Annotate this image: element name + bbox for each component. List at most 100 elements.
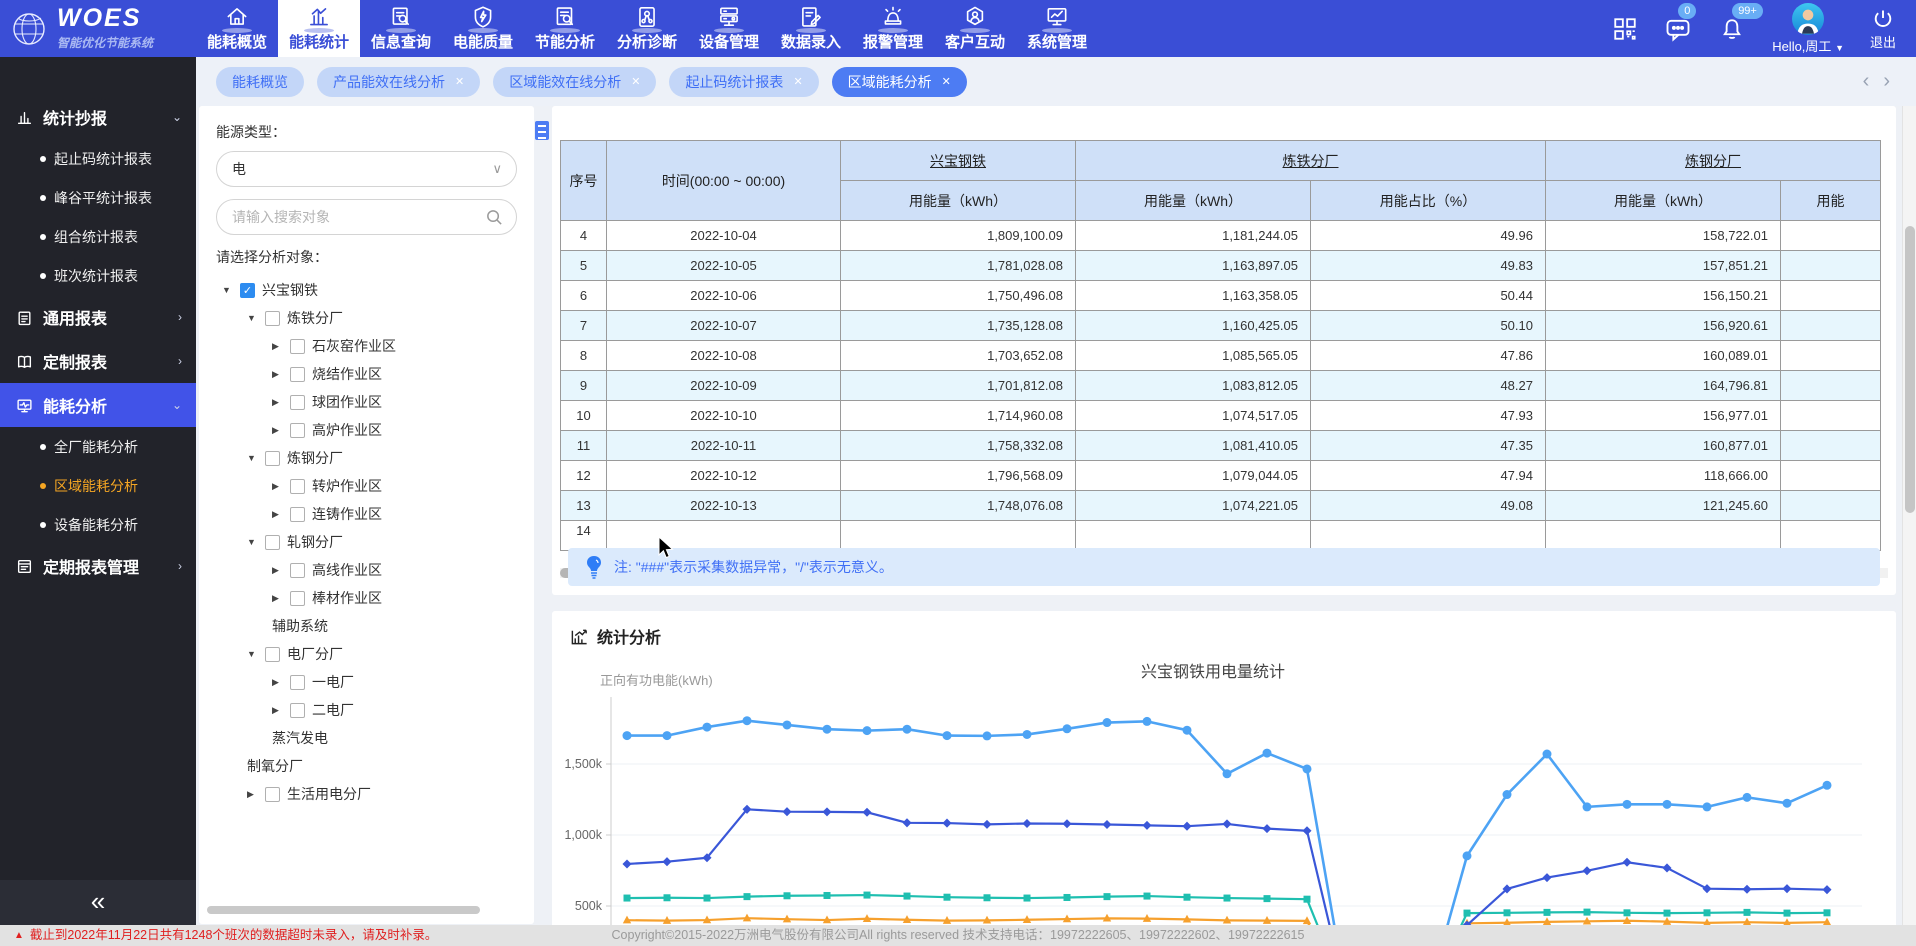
tab-1[interactable]: 产品能效在线分析✕ [317,67,480,97]
nav-item-10[interactable]: 系统管理 [1016,0,1098,57]
tree-node-17[interactable]: 制氧分厂 [216,752,517,780]
checkbox[interactable] [265,647,280,662]
messages-icon[interactable]: 0 [1664,15,1692,43]
col-header-2[interactable]: 兴宝钢铁 [841,141,1076,181]
logout-button[interactable]: 退出 [1870,7,1896,51]
tree-node-12[interactable]: 辅助系统 [216,612,517,640]
notifications-bell-icon[interactable]: 99+ [1718,15,1746,43]
caret-right-icon[interactable]: ▶ [272,397,283,408]
tree-node-6[interactable]: ▼炼钢分厂 [216,444,517,472]
caret-down-icon[interactable]: ▼ [247,649,258,659]
checkbox[interactable] [290,479,305,494]
caret-down-icon[interactable]: ▼ [222,285,233,295]
checkbox[interactable] [290,563,305,578]
nav-item-9[interactable]: 客户互动 [934,0,1016,57]
tab-4[interactable]: 区域能耗分析✕ [832,67,967,97]
checkbox[interactable] [290,367,305,382]
col-header-3[interactable]: 炼铁分厂 [1076,141,1546,181]
sidebar-group-3[interactable]: 能耗分析⌄ [0,383,196,427]
sidebar-group-4[interactable]: 定期报表管理› [0,544,196,588]
qrcode-icon[interactable] [1612,16,1638,42]
sidebar-item-0-2[interactable]: 组合统计报表 [0,217,196,256]
nav-item-4[interactable]: 节能分析 [524,0,606,57]
nav-item-6[interactable]: 设备管理 [688,0,770,57]
energy-type-select[interactable]: 电 ∨ [216,151,517,187]
tab-3[interactable]: 起止码统计报表✕ [669,67,818,97]
sidebar-item-0-0[interactable]: 起止码统计报表 [0,139,196,178]
caret-right-icon[interactable]: ▶ [247,789,258,800]
tab-0[interactable]: 能耗概览 [216,67,304,97]
tab-2[interactable]: 区域能效在线分析✕ [493,67,656,97]
checkbox[interactable] [265,311,280,326]
tree-node-10[interactable]: ▶高线作业区 [216,556,517,584]
caret-right-icon[interactable]: ▶ [272,677,283,688]
caret-right-icon[interactable]: ▶ [272,425,283,436]
nav-item-8[interactable]: 报警管理 [852,0,934,57]
sidebar-group-1[interactable]: 通用报表› [0,295,196,339]
sidebar-group-2[interactable]: 定制报表› [0,339,196,383]
close-icon[interactable]: ✕ [942,75,951,88]
tree-node-0[interactable]: ▼✓兴宝钢铁 [216,276,517,304]
nav-item-0[interactable]: 能耗概览 [196,0,278,57]
caret-right-icon[interactable]: ▶ [272,509,283,520]
caret-right-icon[interactable]: ▶ [272,705,283,716]
caret-right-icon[interactable]: ▶ [272,481,283,492]
checkbox[interactable]: ✓ [240,283,255,298]
tree-node-11[interactable]: ▶棒材作业区 [216,584,517,612]
tree-node-7[interactable]: ▶转炉作业区 [216,472,517,500]
checkbox[interactable] [265,787,280,802]
checkbox[interactable] [265,451,280,466]
search-input[interactable]: 请输入搜索对象 [216,199,517,235]
user-menu[interactable]: Hello,周工 ▼ [1772,3,1844,55]
tree-node-18[interactable]: ▶生活用电分厂 [216,780,517,808]
sidebar-collapse-button[interactable]: « [0,880,196,925]
sidebar-item-0-1[interactable]: 峰谷平统计报表 [0,178,196,217]
filter-panel-hscrollbar[interactable] [207,906,480,914]
tree-node-16[interactable]: 蒸汽发电 [216,724,517,752]
caret-down-icon[interactable]: ▼ [247,453,258,463]
sidebar-item-0-3[interactable]: 班次统计报表 [0,256,196,295]
tabs-scroll-left-icon[interactable]: ‹ [1863,70,1870,93]
tree-node-9[interactable]: ▼轧钢分厂 [216,528,517,556]
page-vscrollbar-thumb[interactable] [1905,226,1915,513]
nav-item-7[interactable]: 数据录入 [770,0,852,57]
sidebar-item-3-0[interactable]: 全厂能耗分析 [0,427,196,466]
checkbox[interactable] [290,423,305,438]
caret-down-icon[interactable]: ▼ [247,313,258,323]
nav-item-1[interactable]: 能耗统计 [278,0,360,57]
caret-right-icon[interactable]: ▶ [272,565,283,576]
tabs-scroll-right-icon[interactable]: › [1883,70,1890,93]
page-vscrollbar[interactable] [1902,106,1916,925]
checkbox[interactable] [290,339,305,354]
tree-node-15[interactable]: ▶二电厂 [216,696,517,724]
nav-item-2[interactable]: 信息查询 [360,0,442,57]
checkbox[interactable] [290,591,305,606]
caret-right-icon[interactable]: ▶ [272,341,283,352]
tree-node-13[interactable]: ▼电厂分厂 [216,640,517,668]
tree-node-14[interactable]: ▶一电厂 [216,668,517,696]
panel-collapse-toggle-icon[interactable] [535,121,549,140]
caret-right-icon[interactable]: ▶ [272,369,283,380]
checkbox[interactable] [290,703,305,718]
nav-item-3[interactable]: 电能质量 [442,0,524,57]
tree-node-1[interactable]: ▼炼铁分厂 [216,304,517,332]
nav-item-5[interactable]: 分析诊断 [606,0,688,57]
checkbox[interactable] [265,535,280,550]
sidebar-item-3-1[interactable]: 区域能耗分析 [0,466,196,505]
caret-right-icon[interactable]: ▶ [272,593,283,604]
checkbox[interactable] [290,507,305,522]
checkbox[interactable] [290,395,305,410]
checkbox[interactable] [290,675,305,690]
close-icon[interactable]: ✕ [631,75,640,88]
tree-node-8[interactable]: ▶连铸作业区 [216,500,517,528]
tree-node-5[interactable]: ▶高炉作业区 [216,416,517,444]
close-icon[interactable]: ✕ [455,75,464,88]
tree-node-3[interactable]: ▶烧结作业区 [216,360,517,388]
tree-node-4[interactable]: ▶球团作业区 [216,388,517,416]
caret-down-icon[interactable]: ▼ [247,537,258,547]
close-icon[interactable]: ✕ [793,75,802,88]
sidebar-group-0[interactable]: 统计抄报⌄ [0,95,196,139]
tree-node-2[interactable]: ▶石灰窑作业区 [216,332,517,360]
col-header-4[interactable]: 炼钢分厂 [1546,141,1881,181]
sidebar-item-3-2[interactable]: 设备能耗分析 [0,505,196,544]
